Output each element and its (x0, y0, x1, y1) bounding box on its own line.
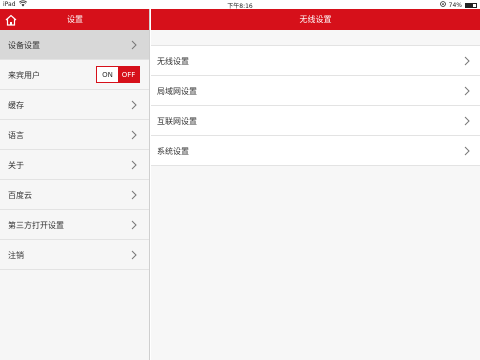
sidebar-item-label: 关于 (8, 161, 24, 170)
sidebar-item-language[interactable]: 语言 (0, 120, 149, 150)
sidebar-item-logout[interactable]: 注销 (0, 240, 149, 270)
sidebar-item-label: 第三方打开设置 (8, 221, 64, 230)
sidebar-header: 设置 (0, 9, 149, 30)
settings-sidebar: 设置 设备设置 来宾用户 ON OFF 缓存 语言 关于 百度云 第三方打开设置… (0, 9, 150, 360)
toggle-on-option[interactable]: ON (97, 67, 118, 82)
detail-header: 无线设置 (151, 9, 480, 30)
setting-row-internet[interactable]: 互联网设置 (151, 106, 480, 136)
sidebar-item-guest-user: 来宾用户 ON OFF (0, 60, 149, 90)
sidebar-item-label: 缓存 (8, 101, 24, 110)
sidebar-item-device-settings[interactable]: 设备设置 (0, 30, 149, 60)
chevron-right-icon (131, 130, 137, 140)
sidebar-item-label: 语言 (8, 131, 24, 140)
device-settings-list: 无线设置 局域网设置 互联网设置 系统设置 (151, 45, 480, 166)
chevron-right-icon (464, 86, 470, 96)
detail-title: 无线设置 (299, 15, 332, 24)
setting-row-label: 互联网设置 (157, 117, 197, 126)
chevron-right-icon (131, 190, 137, 200)
setting-row-label: 系统设置 (157, 147, 189, 156)
sidebar-item-label: 设备设置 (8, 41, 40, 50)
chevron-right-icon (131, 220, 137, 230)
battery-percent: 74% (448, 1, 462, 9)
battery-icon (465, 2, 477, 8)
chevron-right-icon (131, 160, 137, 170)
detail-pane: 无线设置 无线设置 局域网设置 互联网设置 系统设置 (151, 9, 480, 360)
chevron-right-icon (464, 116, 470, 126)
sidebar-item-cache[interactable]: 缓存 (0, 90, 149, 120)
sidebar-item-label: 注销 (8, 251, 24, 260)
sidebar-item-baidu-cloud[interactable]: 百度云 (0, 180, 149, 210)
chevron-right-icon (464, 56, 470, 66)
toggle-off-option[interactable]: OFF (118, 67, 139, 82)
setting-row-label: 无线设置 (157, 57, 189, 66)
chevron-right-icon (464, 146, 470, 156)
sidebar-item-third-party-open[interactable]: 第三方打开设置 (0, 210, 149, 240)
sidebar-item-label: 百度云 (8, 191, 32, 200)
lock-rotation-icon (439, 1, 446, 9)
setting-row-system[interactable]: 系统设置 (151, 136, 480, 166)
chevron-right-icon (131, 250, 137, 260)
status-right: 74% (439, 1, 477, 9)
sidebar-title: 设置 (67, 15, 83, 24)
chevron-right-icon (131, 40, 137, 50)
guest-user-toggle[interactable]: ON OFF (96, 66, 140, 83)
sidebar-item-about[interactable]: 关于 (0, 150, 149, 180)
chevron-right-icon (131, 100, 137, 110)
status-bar: iPad 下午8:16 74% (0, 0, 480, 10)
setting-row-lan[interactable]: 局域网设置 (151, 76, 480, 106)
sidebar-item-label: 来宾用户 (8, 71, 40, 80)
setting-row-wireless[interactable]: 无线设置 (151, 46, 480, 76)
setting-row-label: 局域网设置 (157, 87, 197, 96)
